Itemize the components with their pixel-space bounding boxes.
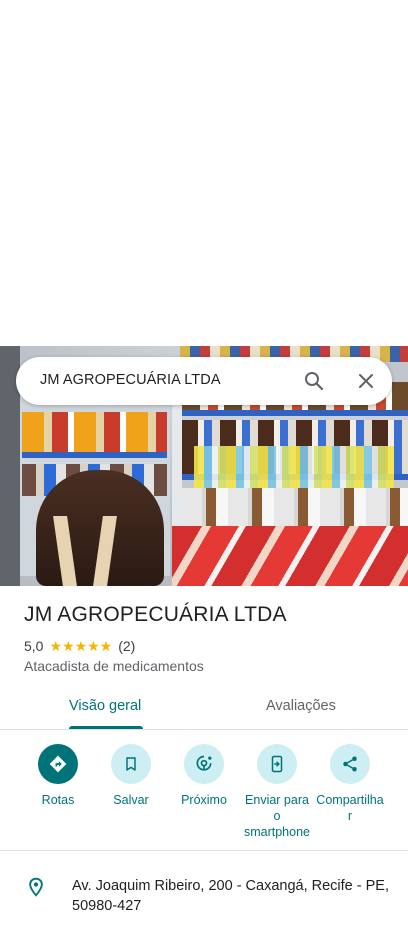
- rating-row[interactable]: 5,0 ★★★★★ (2): [24, 637, 135, 655]
- photo-left-shelf-1: [22, 412, 167, 452]
- place-category: Atacadista de medicamentos: [24, 658, 204, 674]
- directions-label: Rotas: [41, 793, 75, 807]
- map-area[interactable]: [0, 0, 408, 346]
- tab-reviews[interactable]: Avaliações: [266, 698, 336, 714]
- send-to-phone-icon: [257, 744, 297, 784]
- share-label: Compartilhar: [316, 793, 384, 823]
- tab-overview[interactable]: Visão geral: [69, 698, 141, 714]
- send-to-phone-label: Enviar para o smartphone: [243, 793, 310, 839]
- search-query[interactable]: JM AGROPECUÁRIA LTDA: [40, 372, 221, 388]
- nearby-button[interactable]: Próximo: [167, 744, 241, 808]
- review-count[interactable]: (2): [118, 638, 135, 654]
- nearby-icon: [184, 744, 224, 784]
- directions-icon: [38, 744, 78, 784]
- section-divider: [0, 850, 408, 851]
- share-icon: [330, 744, 370, 784]
- photo-left-shelf-line-1: [22, 452, 167, 458]
- close-icon[interactable]: [354, 369, 378, 393]
- rating-value: 5,0: [24, 638, 44, 654]
- share-button[interactable]: Compartilhar: [313, 744, 387, 824]
- send-to-phone-button[interactable]: Enviar para o smartphone: [240, 744, 314, 840]
- bookmark-icon: [111, 744, 151, 784]
- location-pin-icon: [26, 876, 46, 898]
- star-rating-icon: ★★★★★: [49, 637, 113, 654]
- search-icon[interactable]: [302, 369, 326, 393]
- place-title: JM AGROPECUÁRIA LTDA: [24, 603, 287, 626]
- photo-feed-bags: [172, 526, 408, 586]
- address-text[interactable]: Av. Joaquim Ribeiro, 200 - Caxangá, Reci…: [72, 876, 392, 916]
- search-bar[interactable]: JM AGROPECUÁRIA LTDA: [16, 357, 392, 405]
- nearby-label: Próximo: [181, 793, 227, 807]
- save-label: Salvar: [113, 793, 149, 807]
- directions-button[interactable]: Rotas: [21, 744, 95, 808]
- save-button[interactable]: Salvar: [94, 744, 168, 808]
- tabs-divider: [0, 729, 408, 730]
- photo-right-shelf-line-1: [182, 410, 408, 416]
- photo-bottles: [194, 446, 394, 490]
